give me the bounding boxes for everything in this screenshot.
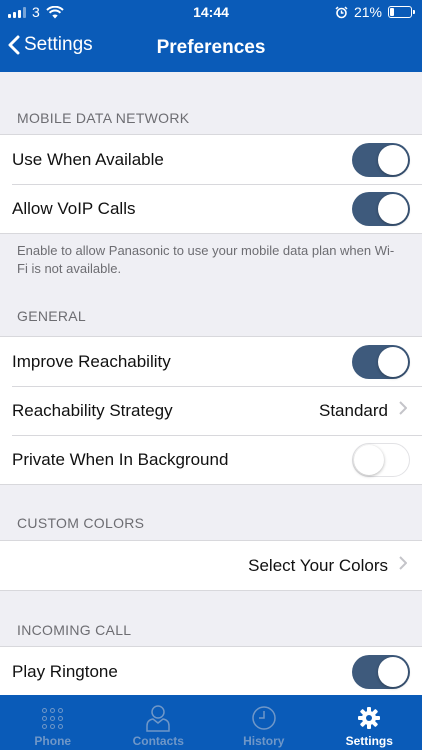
group-custom-colors: Select Your Colors (0, 540, 422, 591)
navigation-bar: Settings Preferences (0, 24, 422, 72)
chevron-right-icon (396, 556, 410, 575)
settings-list[interactable]: MOBILE DATA NETWORK Use When Available A… (0, 72, 422, 695)
tab-label: Settings (345, 734, 393, 748)
improve-reachability-toggle[interactable] (352, 344, 410, 379)
mobile-data-footer-note: Enable to allow Panasonic to use your mo… (17, 243, 395, 276)
row-label: Use When Available (12, 149, 164, 169)
section-header-custom-colors: CUSTOM COLORS (17, 515, 145, 531)
tab-bar: Phone Contacts History Settings (0, 695, 422, 750)
tab-contacts[interactable]: Contacts (106, 695, 212, 750)
row-label: Private When In Background (12, 449, 229, 469)
tab-history[interactable]: History (211, 695, 317, 750)
status-bar: 3 14:44 21% (0, 0, 422, 24)
section-header-incoming-call: INCOMING CALL (17, 622, 132, 638)
row-label: Allow VoIP Calls (12, 198, 136, 218)
clock-icon (252, 706, 276, 730)
group-incoming-call: Play Ringtone (0, 646, 422, 695)
app-header: 3 14:44 21% Settings Preferences (0, 0, 422, 72)
row-label: Play Ringtone (12, 661, 118, 681)
section-header-mobile-data: MOBILE DATA NETWORK (17, 110, 190, 126)
private-background-toggle[interactable] (352, 442, 410, 477)
use-when-available-toggle[interactable] (352, 142, 410, 177)
section-header-general: GENERAL (17, 308, 87, 324)
person-icon (146, 705, 170, 732)
reachability-strategy-value: Standard (319, 400, 388, 420)
row-improve-reachability: Improve Reachability (0, 337, 422, 386)
gear-icon (358, 707, 381, 729)
chevron-right-icon (396, 401, 410, 420)
tab-label: Contacts (132, 734, 184, 748)
row-allow-voip: Allow VoIP Calls (0, 184, 422, 233)
battery-percent: 21% (353, 4, 382, 20)
row-private-background: Private When In Background (0, 435, 422, 484)
allow-voip-toggle[interactable] (352, 191, 410, 226)
tab-settings[interactable]: Settings (317, 695, 422, 750)
row-select-colors[interactable]: Select Your Colors (0, 541, 422, 590)
group-mobile-data: Use When Available Allow VoIP Calls (0, 134, 422, 234)
row-reachability-strategy[interactable]: Reachability Strategy Standard (0, 386, 422, 435)
alarm-icon (335, 5, 348, 18)
page-title: Preferences (156, 37, 266, 58)
group-general: Improve Reachability Reachability Strate… (0, 336, 422, 485)
tab-phone[interactable]: Phone (0, 695, 106, 750)
row-use-when-available: Use When Available (0, 135, 422, 184)
battery-icon (388, 6, 415, 18)
row-play-ringtone: Play Ringtone (0, 647, 422, 695)
play-ringtone-toggle[interactable] (352, 654, 410, 689)
dialpad-icon (42, 707, 64, 729)
row-label: Reachability Strategy (12, 400, 173, 420)
row-label: Improve Reachability (12, 351, 171, 371)
select-colors-label: Select Your Colors (248, 555, 388, 575)
tab-label: Phone (34, 734, 72, 748)
tab-label: History (243, 734, 285, 748)
